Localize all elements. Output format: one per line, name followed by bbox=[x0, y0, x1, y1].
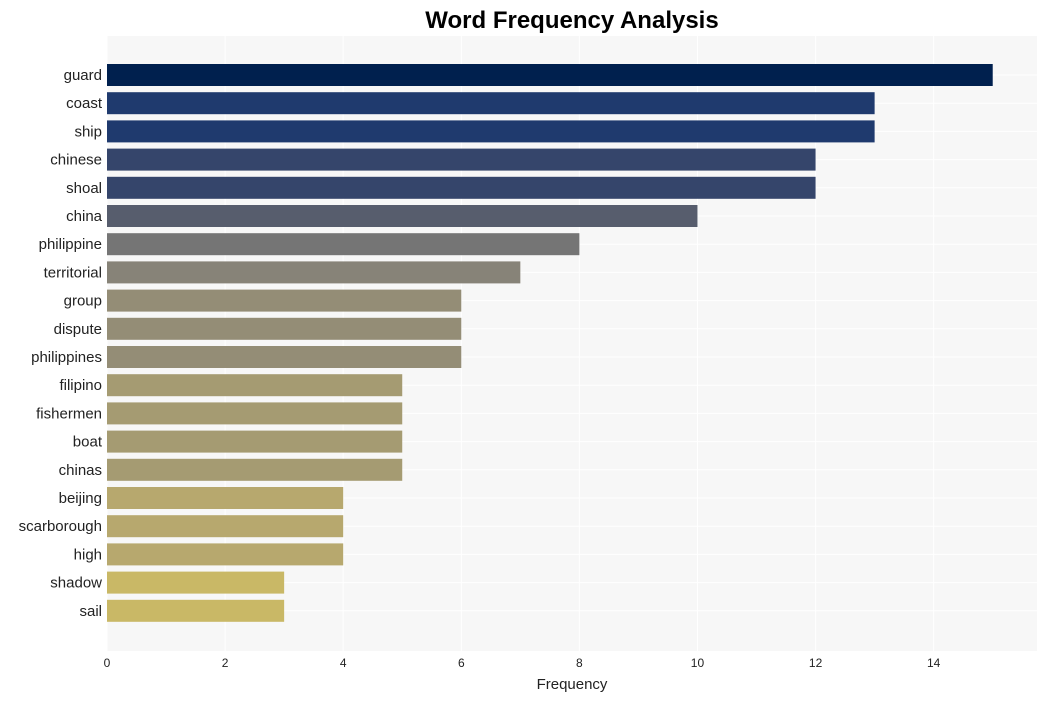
y-tick-label-china: china bbox=[66, 208, 103, 225]
bar-shoal bbox=[107, 176, 816, 199]
y-axis-labels: guard coast ship chinese shoal china philippin… bbox=[19, 67, 103, 620]
bar-guard bbox=[107, 64, 993, 86]
y-tick-label-territorial: territorial bbox=[44, 264, 102, 281]
y-tick-label-filipino: filipino bbox=[59, 377, 102, 394]
bar-china bbox=[107, 205, 698, 227]
bar-shadow bbox=[107, 571, 285, 594]
bar-sail bbox=[107, 599, 285, 622]
y-tick-label-shadow: shadow bbox=[50, 575, 102, 592]
bar-fishermen bbox=[107, 402, 403, 425]
x-tick-label-4: 4 bbox=[340, 656, 347, 670]
x-tick-label-12: 12 bbox=[809, 656, 823, 670]
y-tick-label-beijing: beijing bbox=[59, 490, 102, 507]
bar-ship bbox=[107, 120, 875, 143]
x-axis-ticks: 0 2 4 6 8 10 12 14 bbox=[104, 656, 941, 670]
x-axis-label: Frequency bbox=[537, 676, 608, 693]
bar-philippines bbox=[107, 346, 462, 368]
y-tick-label-chinas: chinas bbox=[59, 462, 102, 479]
x-tick-label-2: 2 bbox=[222, 656, 229, 670]
bar-territorial bbox=[107, 261, 521, 284]
bar-group bbox=[107, 289, 462, 312]
bar-scarborough bbox=[107, 515, 344, 538]
y-tick-label-sail: sail bbox=[79, 603, 102, 620]
word-frequency-chart: Word Frequency Analysis guard coast ship ch… bbox=[19, 7, 1037, 693]
y-tick-label-shoal: shoal bbox=[66, 180, 102, 197]
bar-boat bbox=[107, 430, 403, 453]
y-tick-label-fishermen: fishermen bbox=[36, 405, 102, 422]
bar-filipino bbox=[107, 374, 403, 397]
y-tick-label-philippine: philippine bbox=[39, 236, 102, 253]
y-tick-label-guard: guard bbox=[64, 67, 102, 84]
y-tick-label-boat: boat bbox=[73, 434, 103, 451]
x-tick-label-10: 10 bbox=[691, 656, 705, 670]
bar-dispute bbox=[107, 317, 462, 340]
x-tick-label-14: 14 bbox=[927, 656, 941, 670]
chart-title: Word Frequency Analysis bbox=[425, 7, 718, 34]
bar-chinas bbox=[107, 458, 403, 481]
x-tick-label-0: 0 bbox=[104, 656, 111, 670]
y-tick-label-scarborough: scarborough bbox=[19, 518, 102, 535]
bar-beijing bbox=[107, 487, 344, 509]
y-tick-label-ship: ship bbox=[74, 123, 102, 140]
bar-coast bbox=[107, 92, 875, 115]
y-tick-label-philippines: philippines bbox=[31, 349, 102, 366]
x-tick-label-8: 8 bbox=[576, 656, 583, 670]
bar-chinese bbox=[107, 148, 816, 171]
y-tick-label-high: high bbox=[74, 546, 102, 563]
bar-high bbox=[107, 543, 344, 566]
bar-philippine bbox=[107, 233, 580, 256]
y-tick-label-chinese: chinese bbox=[50, 152, 102, 169]
y-tick-label-coast: coast bbox=[66, 95, 103, 112]
y-tick-label-group: group bbox=[64, 293, 102, 310]
y-tick-label-dispute: dispute bbox=[54, 321, 102, 338]
x-tick-label-6: 6 bbox=[458, 656, 465, 670]
